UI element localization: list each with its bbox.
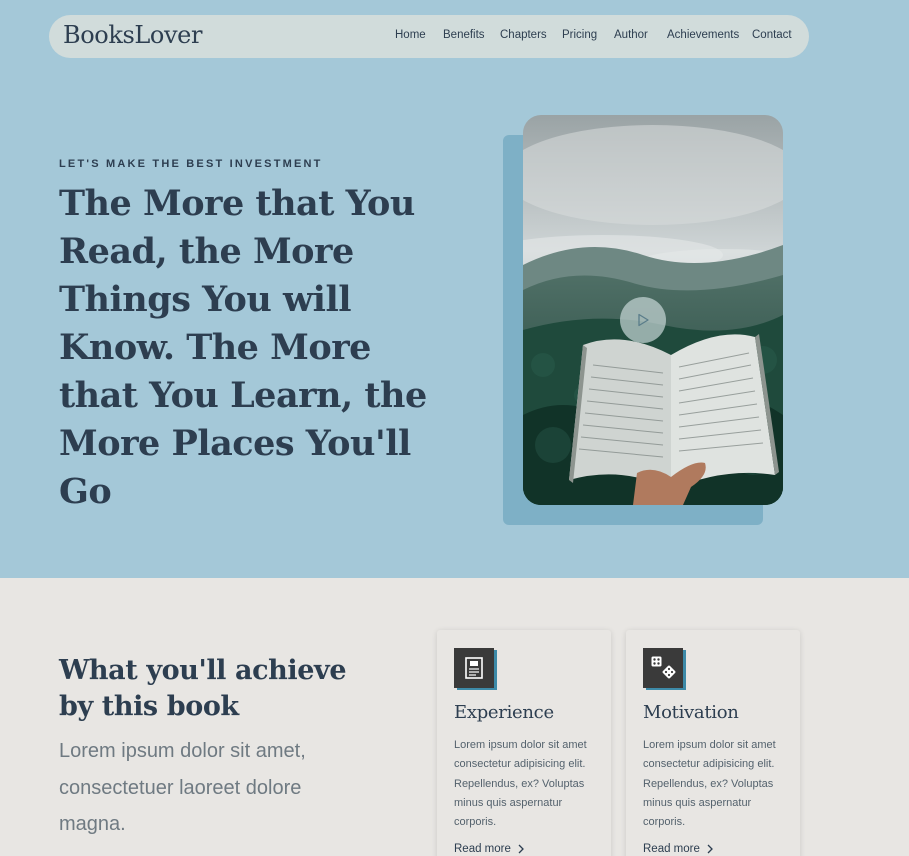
- card-text: Lorem ipsum dolor sit amet consectetur a…: [643, 739, 776, 829]
- hero-headline: The More that You Read, the More Things …: [59, 183, 427, 512]
- nav-link-author[interactable]: Author: [614, 29, 648, 41]
- play-button[interactable]: [620, 297, 666, 343]
- nav-link-chapters[interactable]: Chapters: [500, 29, 547, 41]
- card-title: Motivation: [643, 702, 739, 723]
- read-more-link[interactable]: Read more: [454, 843, 525, 855]
- feature-card-motivation: Motivation Lorem ipsum dolor sit amet co…: [626, 630, 800, 856]
- card-title: Experience: [454, 702, 554, 723]
- read-more-label: Read more: [643, 843, 700, 855]
- hero-kicker: LET'S MAKE THE BEST INVESTMENT: [59, 158, 323, 170]
- achieve-title: What you'll achieve by this book: [59, 655, 347, 722]
- play-icon: [638, 313, 649, 327]
- document-icon: [465, 657, 483, 679]
- navbar: BooksLover Home Benefits Chapters Pricin…: [49, 15, 809, 58]
- chevron-right-icon: [707, 844, 713, 854]
- achieve-subtitle: Lorem ipsum dolor sit amet, consectetuer…: [59, 740, 306, 835]
- read-more-label: Read more: [454, 843, 511, 855]
- dice-icon: [651, 656, 676, 679]
- nav-link-home[interactable]: Home: [395, 29, 426, 41]
- card-icon-badge: [643, 648, 683, 688]
- nav-link-achievements[interactable]: Achievements: [667, 29, 739, 41]
- nav-link-benefits[interactable]: Benefits: [443, 29, 485, 41]
- read-more-link[interactable]: Read more: [643, 843, 714, 855]
- card-text: Lorem ipsum dolor sit amet consectetur a…: [454, 739, 587, 829]
- hero-section: BooksLover Home Benefits Chapters Pricin…: [0, 0, 909, 578]
- hero-image: [523, 115, 783, 505]
- card-icon-badge: [454, 648, 494, 688]
- nav-link-contact[interactable]: Contact: [752, 29, 792, 41]
- chevron-right-icon: [518, 844, 524, 854]
- feature-card-experience: Experience Lorem ipsum dolor sit amet co…: [437, 630, 611, 856]
- brand-logo[interactable]: BooksLover: [63, 21, 202, 49]
- nav-link-pricing[interactable]: Pricing: [562, 29, 597, 41]
